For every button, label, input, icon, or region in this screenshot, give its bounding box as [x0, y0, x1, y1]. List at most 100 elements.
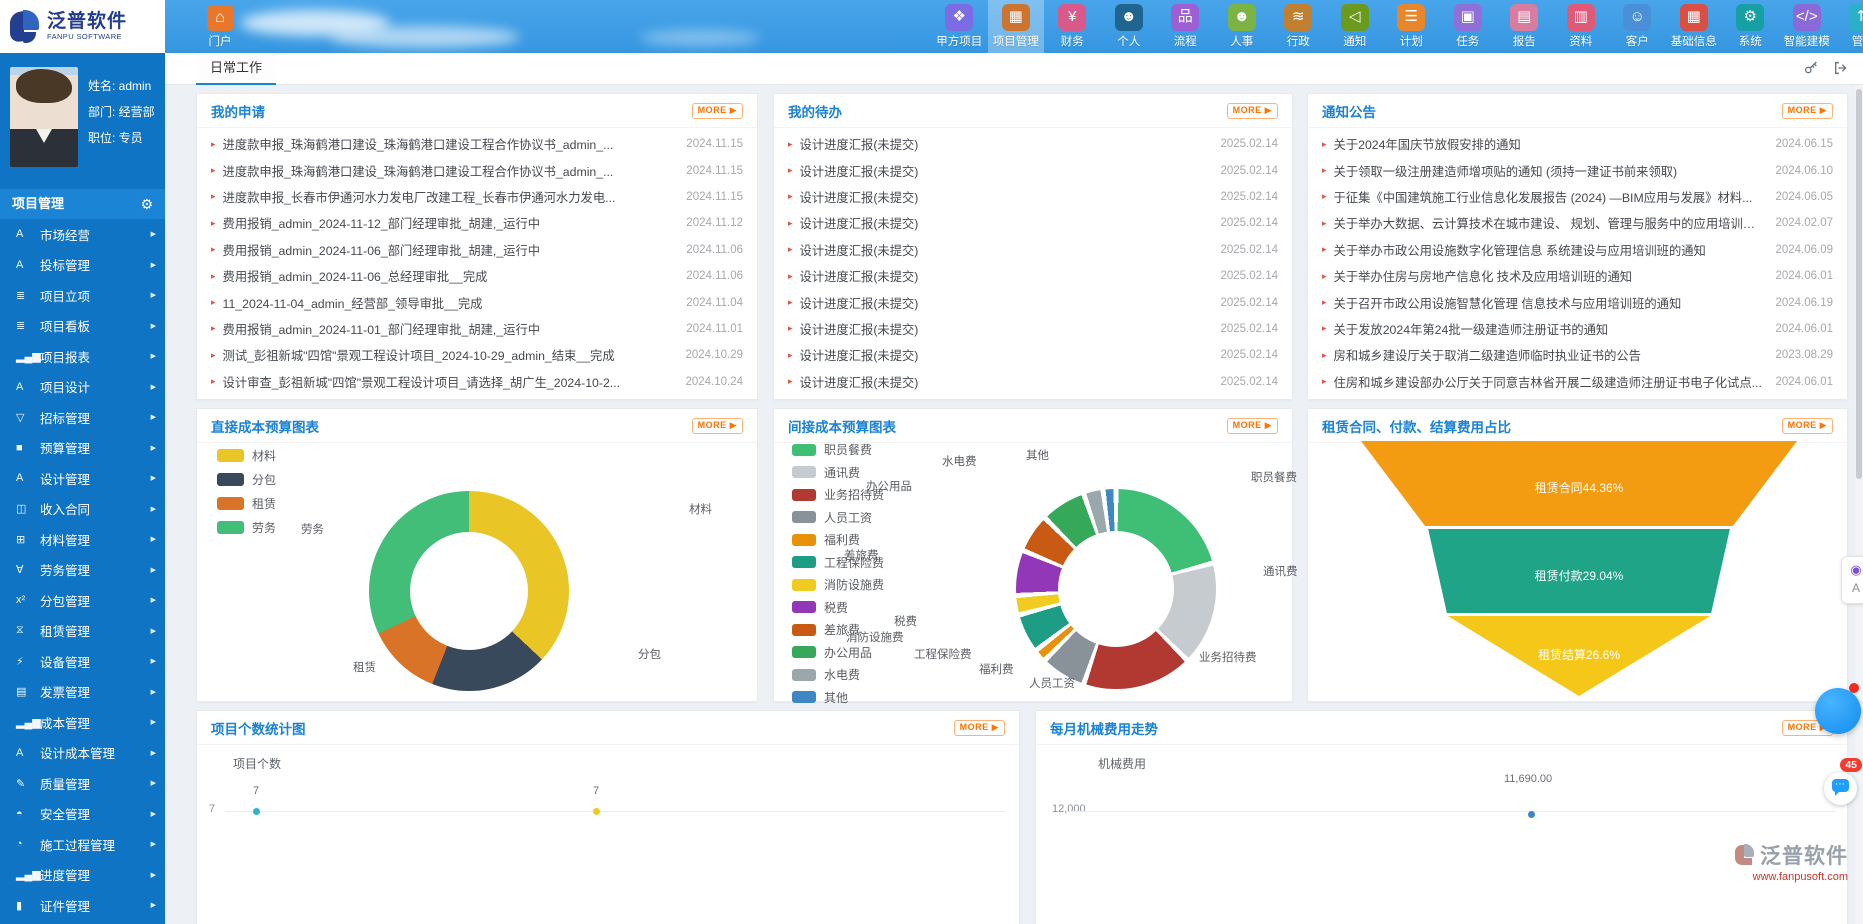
scrollbar-thumb[interactable]: [1856, 89, 1862, 479]
sidebar-menu-item[interactable]: ∀ 劳务管理: [0, 555, 165, 586]
topbar-app-item[interactable]: ☰ 计划: [1383, 0, 1440, 53]
request-list-item[interactable]: ▸ 设计审查_彭祖新城"四馆"景观工程设计项目_请选择_胡广生_2024-10-…: [211, 369, 743, 395]
todo-list-item[interactable]: ▸ 设计进度汇报(未提交) 2025.02.14: [788, 289, 1278, 315]
legend-item[interactable]: 福利费: [792, 531, 884, 548]
legend-item[interactable]: 租赁: [217, 495, 276, 512]
notice-list-item[interactable]: ▸ 关于举办市政公用设施数字化管理信息 系统建设与应用培训班的通知 2024.0…: [1322, 237, 1833, 263]
sidebar-menu-item[interactable]: A 市场经营: [0, 219, 165, 250]
sidebar-menu-item[interactable]: ⊞ 材料管理: [0, 524, 165, 555]
sidebar-menu-item[interactable]: ▂▄▆ 进度管理: [0, 860, 165, 891]
topbar-app-item[interactable]: ¥ 财务: [1044, 0, 1101, 53]
request-list-item[interactable]: ▸ 11_2024-11-04_admin_经营部_领导审批__完成 2024.…: [211, 289, 743, 315]
sidebar-menu-item[interactable]: ≣ 项目立项: [0, 280, 165, 311]
topbar-app-item[interactable]: ☺ 客户: [1609, 0, 1666, 53]
more-button[interactable]: MORE ▶: [692, 103, 743, 119]
request-list-item[interactable]: ▸ 费用报销_admin_2024-11-06_部门经理审批_胡建,_运行中 2…: [211, 237, 743, 263]
logout-icon[interactable]: [1833, 60, 1851, 78]
topbar-app-item[interactable]: ≋ 行政: [1270, 0, 1327, 53]
legend-item[interactable]: 人员工资: [792, 509, 884, 526]
more-button[interactable]: MORE ▶: [1782, 418, 1833, 434]
sidebar-menu-item[interactable]: ▮ 证件管理: [0, 890, 165, 921]
topbar-app-item[interactable]: ▦ 项目管理: [988, 0, 1045, 53]
request-list-item[interactable]: ▸ 进度款申报_珠海鹤港口建设_珠海鹤港口建设工程合作协议书_admin_...…: [211, 157, 743, 183]
sidebar-menu-item[interactable]: ▂▄▆ 成本管理: [0, 707, 165, 738]
sidebar-menu-item[interactable]: x² 分包管理: [0, 585, 165, 616]
sidebar-menu-item[interactable]: A 投标管理: [0, 250, 165, 281]
topbar-app-item[interactable]: 品 流程: [1157, 0, 1214, 53]
topbar-app-item[interactable]: ☻ 人事: [1214, 0, 1271, 53]
sidebar-menu-item[interactable]: ≣ 项目看板: [0, 311, 165, 342]
qq-contact-button[interactable]: [1815, 688, 1861, 734]
more-button[interactable]: MORE ▶: [954, 720, 1005, 736]
more-button[interactable]: MORE ▶: [1227, 418, 1278, 434]
sidebar-menu-item[interactable]: ■ 预算管理: [0, 433, 165, 464]
todo-list-item[interactable]: ▸ 设计进度汇报(未提交) 2025.02.14: [788, 237, 1278, 263]
todo-list-item[interactable]: ▸ 设计进度汇报(未提交) 2025.02.14: [788, 316, 1278, 342]
sidebar-menu-item[interactable]: ◫ 收入合同: [0, 494, 165, 525]
sidebar-menu-item[interactable]: A 设计管理: [0, 463, 165, 494]
notice-list-item[interactable]: ▸ 关于发放2024年第24批一级建造师注册证书的通知 2024.06.01: [1322, 316, 1833, 342]
notice-list-item[interactable]: ▸ 关于2024年国庆节放假安排的通知 2024.06.15: [1322, 131, 1833, 157]
notice-list-item[interactable]: ▸ 于征集《中国建筑施工行业信息化发展报告 (2024) —BIM应用与发展》材…: [1322, 184, 1833, 210]
chat-button[interactable]: [1824, 772, 1857, 805]
legend-item[interactable]: 劳务: [217, 519, 276, 536]
sidebar-menu-item[interactable]: A 设计成本管理: [0, 738, 165, 769]
legend-item[interactable]: 消防设施费: [792, 576, 884, 593]
legend-item[interactable]: 水电费: [792, 666, 884, 683]
sidebar-menu-item[interactable]: ⧖ 租赁管理: [0, 616, 165, 647]
key-icon[interactable]: [1803, 60, 1821, 78]
gear-icon[interactable]: ⚙: [140, 189, 153, 219]
topbar-app-item[interactable]: ▤ 报告: [1496, 0, 1553, 53]
portal-button[interactable]: ⌂ 门户: [196, 5, 244, 49]
sidebar-menu-item[interactable]: A 项目设计: [0, 372, 165, 403]
topbar-app-item[interactable]: ◁ 通知: [1327, 0, 1384, 53]
todo-list-item[interactable]: ▸ 设计进度汇报(未提交) 2025.02.14: [788, 342, 1278, 368]
request-list-item[interactable]: ▸ 进度款申报_长春市伊通河水力发电厂改建工程_长春市伊通河水力发电... 20…: [211, 184, 743, 210]
topbar-app-item[interactable]: ▣ 任务: [1440, 0, 1497, 53]
topbar-app-item[interactable]: ⚙ 系统: [1722, 0, 1779, 53]
sidebar-menu-item[interactable]: ⚡ 设备管理: [0, 646, 165, 677]
todo-list-item[interactable]: ▸ 设计进度汇报(未提交) 2025.02.14: [788, 210, 1278, 236]
topbar-app-item[interactable]: ▥ 资料: [1553, 0, 1610, 53]
topbar-app-item[interactable]: ❖ 甲方项目: [931, 0, 988, 53]
edge-widget[interactable]: ◉ A: [1841, 556, 1863, 604]
more-button[interactable]: MORE ▶: [1227, 103, 1278, 119]
topbar-app-item[interactable]: ☻ 个人: [1101, 0, 1158, 53]
notice-list-item[interactable]: ▸ 关于领取一级注册建造师增项贴的通知 (须持一建证书前来领取) 2024.06…: [1322, 157, 1833, 183]
legend-item[interactable]: 职员餐费: [792, 441, 884, 458]
legend-item[interactable]: 材料: [217, 447, 276, 464]
sidebar-menu-item[interactable]: ▽ 招标管理: [0, 402, 165, 433]
notice-list-item[interactable]: ▸ 关于举办住房与房地产信息化 技术及应用培训班的通知 2024.06.01: [1322, 263, 1833, 289]
notice-list-item[interactable]: ▸ 关于举办大数据、云计算技术在城市建设、 规划、管理与服务中的应用培训班...…: [1322, 210, 1833, 236]
sidebar-menu-item[interactable]: ◔ 施工过程管理: [0, 829, 165, 860]
notice-list-item[interactable]: ▸ 住房和城乡建设部办公厅关于同意吉林省开展二级建造师注册证书电子化试点... …: [1322, 369, 1833, 395]
indirect-cost-donut-chart[interactable]: [1016, 489, 1216, 689]
sidebar-menu-item[interactable]: ▤ 发票管理: [0, 677, 165, 708]
todo-list-item[interactable]: ▸ 设计进度汇报(未提交) 2025.02.14: [788, 369, 1278, 395]
legend-item[interactable]: 税费: [792, 599, 884, 616]
todo-list-item[interactable]: ▸ 设计进度汇报(未提交) 2025.02.14: [788, 157, 1278, 183]
sidebar-menu-item[interactable]: ✎ 质量管理: [0, 768, 165, 799]
todo-list-item[interactable]: ▸ 设计进度汇报(未提交) 2025.02.14: [788, 184, 1278, 210]
legend-item[interactable]: 办公用品: [792, 644, 884, 661]
request-list-item[interactable]: ▸ 测试_彭祖新城"四馆"景观工程设计项目_2024-10-29_admin_结…: [211, 342, 743, 368]
direct-cost-donut-chart[interactable]: [369, 491, 569, 691]
todo-list-item[interactable]: ▸ 设计进度汇报(未提交) 2025.02.14: [788, 263, 1278, 289]
request-list-item[interactable]: ▸ 费用报销_admin_2024-11-01_部门经理审批_胡建,_运行中 2…: [211, 316, 743, 342]
request-list-item[interactable]: ▸ 进度款申报_珠海鹤港口建设_珠海鹤港口建设工程合作协议书_admin_...…: [211, 131, 743, 157]
scrollbar[interactable]: [1855, 85, 1863, 924]
tab-daily-work[interactable]: 日常工作: [196, 53, 276, 85]
todo-list-item[interactable]: ▸ 设计进度汇报(未提交) 2025.02.14: [788, 131, 1278, 157]
rental-funnel-chart[interactable]: 租赁合同44.36%租赁付款29.04%租赁结算26.6%: [1361, 441, 1797, 696]
request-list-item[interactable]: ▸ 费用报销_admin_2024-11-06_总经理审批__完成 2024.1…: [211, 263, 743, 289]
more-button[interactable]: MORE ▶: [692, 418, 743, 434]
topbar-app-item[interactable]: </> 智能建模: [1779, 0, 1836, 53]
notice-list-item[interactable]: ▸ 关于召开市政公用设施智慧化管理 信息技术与应用培训班的通知 2024.06.…: [1322, 289, 1833, 315]
sidebar-menu-item[interactable]: ◓ 安全管理: [0, 799, 165, 830]
more-button[interactable]: MORE ▶: [1782, 103, 1833, 119]
legend-item[interactable]: 其他: [792, 689, 884, 706]
sidebar-menu-item[interactable]: ▂▄▆ 项目报表: [0, 341, 165, 372]
notice-list-item[interactable]: ▸ 房和城乡建设厅关于取消二级建造师临时执业证书的公告 2023.08.29: [1322, 342, 1833, 368]
topbar-app-item[interactable]: ▦ 基础信息: [1666, 0, 1723, 53]
topbar-app-item[interactable]: ⇅ 管理: [1835, 0, 1863, 53]
